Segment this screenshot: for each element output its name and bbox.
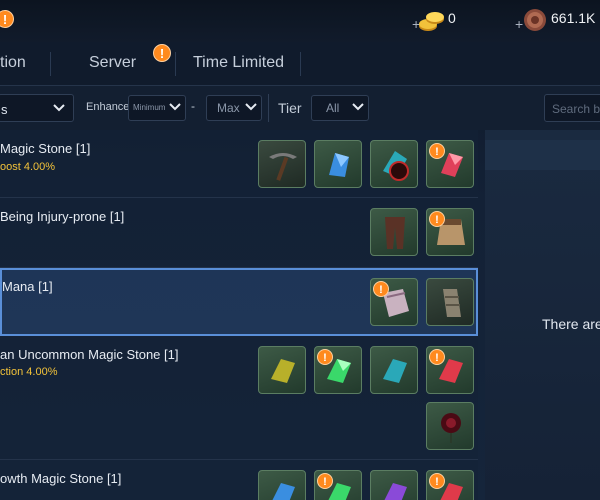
teal-crystal-icon bbox=[383, 151, 409, 181]
item-slot[interactable] bbox=[370, 140, 418, 188]
blue-crystal-icon bbox=[329, 153, 349, 177]
teal-crystal-icon bbox=[383, 359, 407, 383]
tab-divider bbox=[300, 52, 301, 76]
item-slot[interactable]: ! bbox=[426, 346, 474, 394]
tab-bar: tion Server ! Time Limited bbox=[0, 42, 600, 86]
item-slot[interactable]: ! bbox=[426, 208, 474, 256]
tab-time-limited[interactable]: Time Limited bbox=[193, 54, 284, 72]
item-slot[interactable]: ! bbox=[314, 470, 362, 500]
chevron-down-icon bbox=[169, 103, 181, 111]
item-list: Magic Stone [1] oost 4.00% ! Being Injur… bbox=[0, 130, 480, 500]
item-slot[interactable] bbox=[426, 278, 474, 326]
enhance-min-dropdown[interactable]: Minimum bbox=[128, 95, 186, 121]
alert-badge: ! bbox=[373, 281, 389, 297]
item-title: Magic Stone [1] bbox=[0, 141, 91, 156]
item-slot[interactable] bbox=[426, 402, 474, 450]
alert-badge: ! bbox=[429, 143, 445, 159]
list-item[interactable]: Being Injury-prone [1] ! bbox=[0, 198, 478, 268]
enhance-max-dropdown[interactable]: Max bbox=[206, 95, 262, 121]
bracer-icon bbox=[443, 289, 461, 317]
alert-badge: ! bbox=[429, 349, 445, 365]
item-title: Mana [1] bbox=[2, 279, 53, 294]
server-alert-badge: ! bbox=[153, 44, 171, 62]
detail-header bbox=[485, 140, 600, 170]
item-slot[interactable] bbox=[258, 140, 306, 188]
item-slot[interactable] bbox=[370, 470, 418, 500]
gold-amount: 0 bbox=[448, 10, 456, 26]
tab-auction[interactable]: tion bbox=[0, 54, 26, 72]
game-window: ! + 0 + 661.1K tion Server ! Time Limite… bbox=[0, 0, 600, 500]
dark-rose-icon bbox=[441, 413, 461, 443]
blue-crystal-icon bbox=[272, 483, 295, 500]
search-placeholder: Search by bbox=[552, 102, 600, 116]
empty-state-text: There are bbox=[542, 316, 600, 332]
category-value: s bbox=[1, 102, 8, 117]
tab-server[interactable]: Server bbox=[89, 54, 136, 72]
purple-crystal-icon bbox=[384, 483, 407, 500]
bronze-coin-icon bbox=[523, 8, 547, 32]
item-slot[interactable] bbox=[370, 208, 418, 256]
item-slot[interactable]: ! bbox=[426, 470, 474, 500]
yellow-crystal-icon bbox=[271, 359, 295, 383]
detail-panel: There are bbox=[485, 130, 600, 500]
item-slot[interactable] bbox=[370, 346, 418, 394]
list-item[interactable]: an Uncommon Magic Stone [1] ction 4.00% … bbox=[0, 336, 478, 460]
chevron-down-icon bbox=[53, 104, 65, 112]
tab-divider bbox=[50, 52, 51, 76]
pickaxe-icon bbox=[269, 153, 297, 181]
item-slot[interactable]: ! bbox=[370, 278, 418, 326]
enhance-max-value: Max bbox=[217, 101, 240, 115]
search-input[interactable]: Search by bbox=[544, 94, 600, 122]
leather-pants-icon bbox=[385, 217, 405, 249]
tier-dropdown[interactable]: All bbox=[311, 95, 369, 121]
item-slot[interactable] bbox=[314, 140, 362, 188]
enhance-min-value: Minimum bbox=[133, 103, 166, 112]
filter-bar: s Enhance Minimum - Max Tier All Search … bbox=[0, 86, 600, 130]
range-dash: - bbox=[191, 99, 195, 113]
item-title: an Uncommon Magic Stone [1] bbox=[0, 347, 179, 362]
gold-coins-icon bbox=[418, 8, 446, 34]
item-title: Being Injury-prone [1] bbox=[0, 209, 125, 224]
chevron-down-icon bbox=[352, 103, 364, 111]
alert-badge: ! bbox=[429, 211, 445, 227]
alert-badge: ! bbox=[317, 349, 333, 365]
bronze-amount: 661.1K bbox=[551, 10, 596, 26]
item-slot[interactable]: ! bbox=[426, 140, 474, 188]
list-item-selected[interactable]: Mana [1] ! bbox=[0, 268, 478, 336]
tier-label: Tier bbox=[278, 100, 302, 116]
item-title: owth Magic Stone [1] bbox=[0, 471, 122, 486]
enhance-label: Enhance bbox=[86, 101, 130, 113]
list-item[interactable]: owth Magic Stone [1] ! ! bbox=[0, 460, 478, 500]
item-stat: oost 4.00% bbox=[0, 161, 56, 173]
category-dropdown[interactable]: s bbox=[0, 94, 74, 122]
tab-divider bbox=[175, 52, 176, 76]
list-item[interactable]: Magic Stone [1] oost 4.00% ! bbox=[0, 130, 478, 198]
tier-value: All bbox=[326, 101, 340, 115]
chevron-down-icon bbox=[245, 103, 257, 111]
item-stat: ction 4.00% bbox=[0, 366, 58, 378]
currency-bar: ! + 0 + 661.1K bbox=[0, 0, 600, 42]
add-currency-plus[interactable]: + bbox=[515, 16, 523, 32]
item-slot[interactable] bbox=[258, 346, 306, 394]
alert-badge: ! bbox=[317, 473, 333, 489]
alert-badge: ! bbox=[429, 473, 445, 489]
item-slot[interactable]: ! bbox=[314, 346, 362, 394]
item-slot[interactable] bbox=[258, 470, 306, 500]
filter-divider bbox=[268, 94, 269, 122]
alert-badge: ! bbox=[0, 10, 14, 28]
